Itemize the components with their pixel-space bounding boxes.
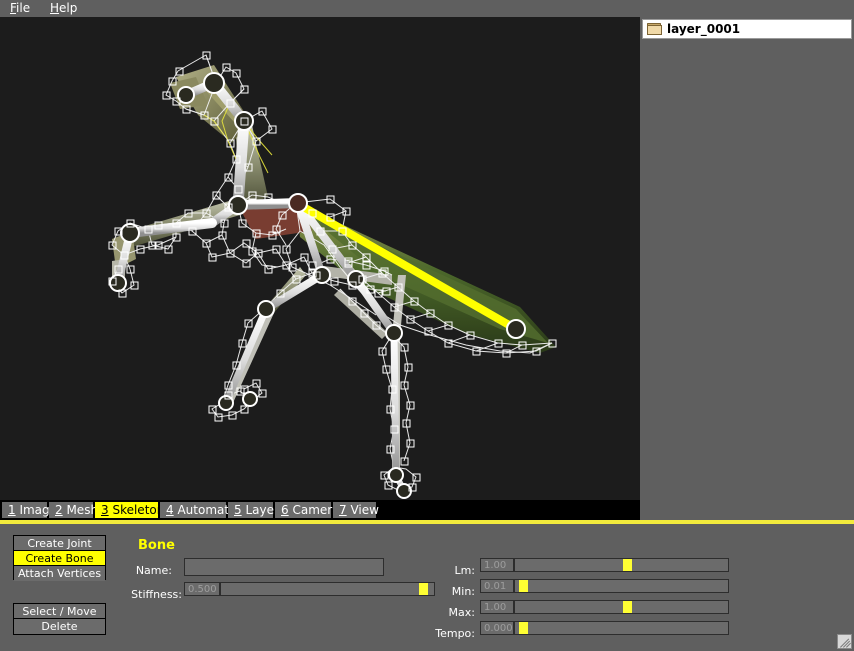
- tab-accel: 2: [55, 503, 63, 517]
- create-joint-button[interactable]: Create Joint: [14, 536, 105, 551]
- tempo-label: Tempo:: [435, 627, 475, 640]
- resize-grip[interactable]: [837, 634, 852, 649]
- menu-bar: File Help: [0, 0, 854, 18]
- tab-accel: 4: [166, 503, 174, 517]
- layer-list[interactable]: layer_0001: [641, 18, 853, 499]
- tab-accel: 7: [339, 503, 347, 517]
- tab-label: View: [346, 503, 379, 517]
- tab-accel: 1: [8, 503, 16, 517]
- min-slider[interactable]: [514, 579, 729, 593]
- tab-mesh[interactable]: 2 Mesh: [49, 502, 98, 518]
- max-slider-handle[interactable]: [623, 601, 632, 613]
- name-input[interactable]: [184, 558, 384, 576]
- lm-slider[interactable]: [514, 558, 729, 572]
- tab-label: Skeleton: [108, 503, 165, 517]
- tempo-value[interactable]: 0.000: [480, 621, 514, 635]
- min-slider-handle[interactable]: [519, 580, 528, 592]
- tab-bar-filler: [640, 500, 854, 520]
- menu-help[interactable]: Help: [44, 1, 83, 16]
- mesh-canvas[interactable]: [0, 17, 640, 500]
- tab-bar: 1 Image 2 Mesh 3 Skeleton 4 Automata 5 Layer…: [0, 500, 640, 520]
- lm-slider-handle[interactable]: [623, 559, 632, 571]
- min-value[interactable]: 0.01: [480, 579, 514, 593]
- select-move-button[interactable]: Select / Move: [14, 604, 105, 619]
- stiffness-value[interactable]: 0.500: [184, 582, 220, 596]
- tab-label: Automata: [173, 503, 237, 517]
- list-item[interactable]: layer_0001: [642, 19, 852, 39]
- skeleton-rig-graphic: [0, 17, 640, 500]
- tab-automata[interactable]: 4 Automata: [160, 502, 236, 518]
- menu-file[interactable]: File: [4, 1, 36, 16]
- tab-accel: 5: [234, 503, 242, 517]
- create-tool-group: Create Joint Create Bone Attach Vertices: [13, 535, 106, 581]
- tab-skeleton[interactable]: 3 Skeleton: [95, 502, 164, 518]
- layer-item-label: layer_0001: [667, 22, 741, 36]
- create-bone-button[interactable]: Create Bone: [14, 551, 105, 566]
- lm-value[interactable]: 1.00: [480, 558, 514, 572]
- tab-camera[interactable]: 6 Camera: [275, 502, 340, 518]
- tab-view[interactable]: 7 View: [333, 502, 379, 518]
- delete-button[interactable]: Delete: [14, 619, 105, 634]
- section-title-bone: Bone: [138, 538, 175, 553]
- min-label: Min:: [451, 585, 475, 598]
- tab-accel: 3: [101, 503, 109, 517]
- max-value[interactable]: 1.00: [480, 600, 514, 614]
- lm-label: Lm:: [454, 564, 475, 577]
- tab-label: Camera: [288, 503, 340, 517]
- stiffness-label: Stiffness:: [131, 588, 182, 601]
- max-slider[interactable]: [514, 600, 729, 614]
- layer-panel: layer_0001: [640, 17, 854, 500]
- max-label: Max:: [448, 606, 475, 619]
- select-tool-group: Select / Move Delete: [13, 603, 106, 635]
- stiffness-slider[interactable]: [220, 582, 435, 596]
- tempo-slider-handle[interactable]: [519, 622, 528, 634]
- name-label: Name:: [135, 564, 172, 577]
- tab-image[interactable]: 1 Image: [2, 502, 57, 518]
- tab-label: Mesh: [62, 503, 99, 517]
- tab-accel: 6: [281, 503, 289, 517]
- attach-vertices-button[interactable]: Attach Vertices: [14, 566, 105, 581]
- tab-layer[interactable]: 5 Layer: [228, 502, 279, 518]
- tab-label: Layer: [241, 503, 279, 517]
- folder-icon: [647, 23, 662, 35]
- tempo-slider[interactable]: [514, 621, 729, 635]
